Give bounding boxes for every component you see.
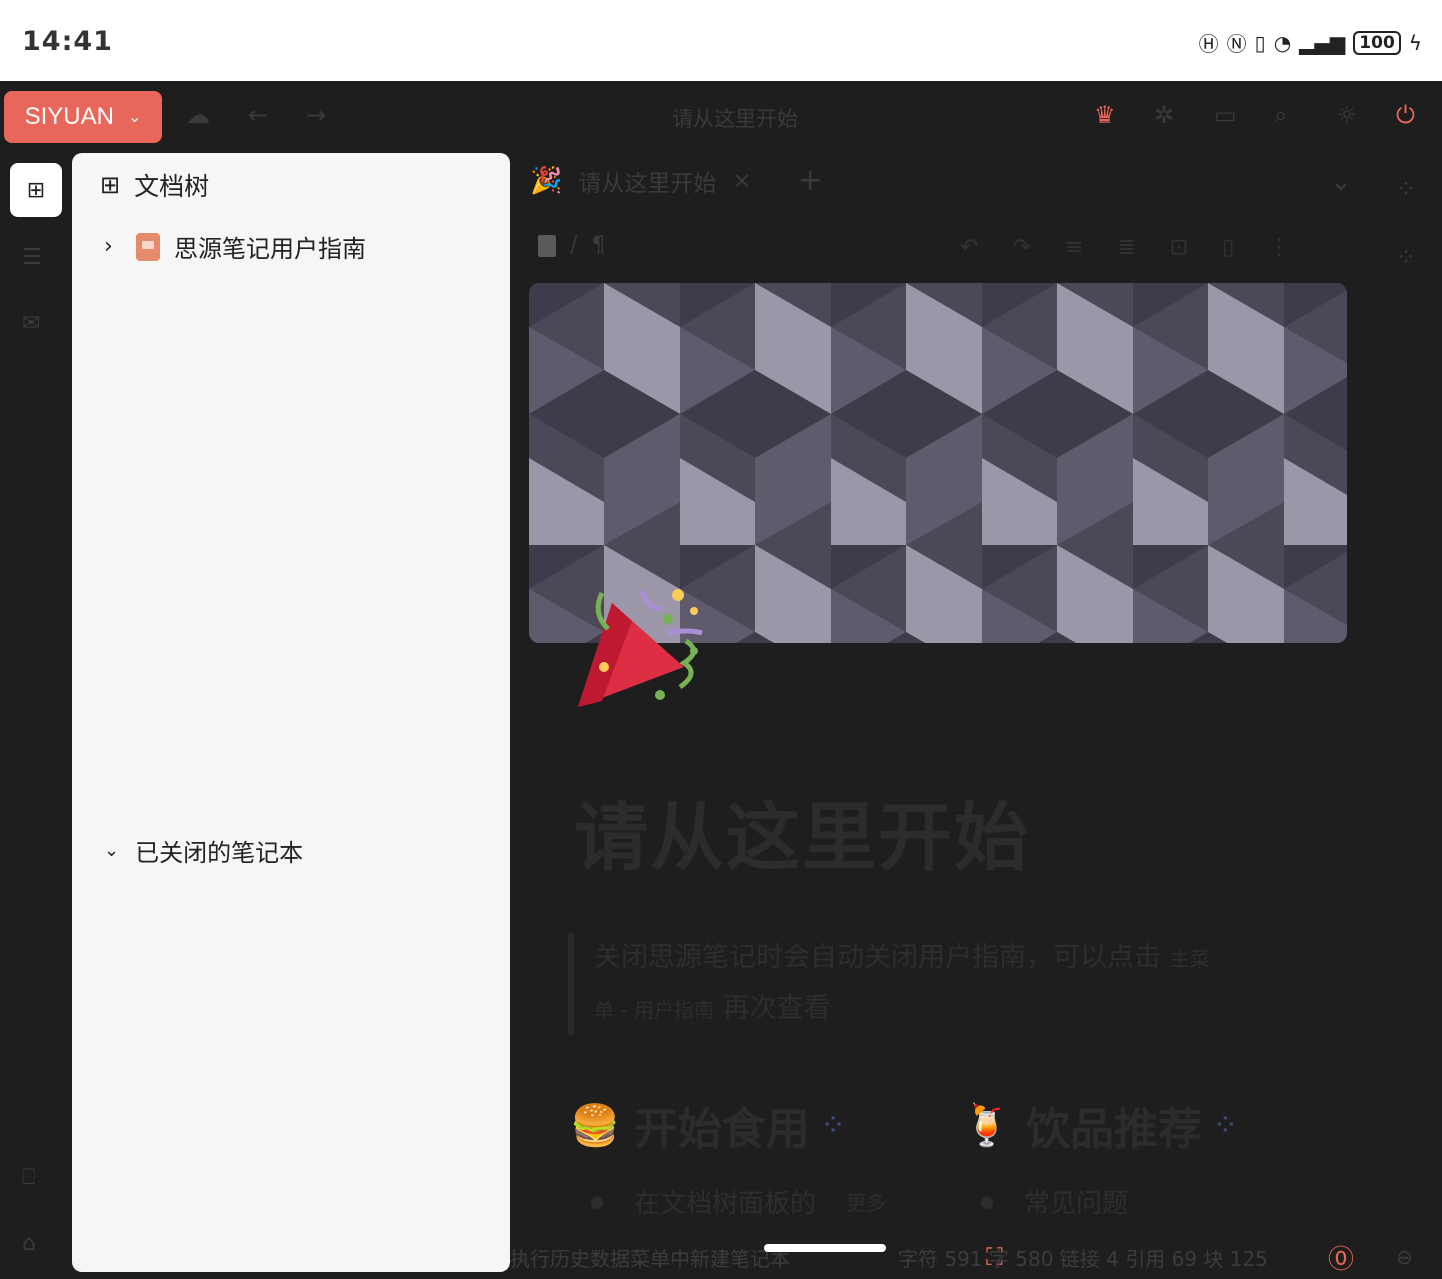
list-item[interactable]: ● 在文档树面板的 更多 xyxy=(590,1183,980,1220)
heading-drinks[interactable]: 🍹 饮品推荐 ⁘ xyxy=(962,1093,1234,1157)
signal-icon: ▂▄▆ xyxy=(1299,30,1346,55)
help-icon[interactable]: ⓪ xyxy=(1328,1239,1354,1276)
new-tab-icon[interactable]: + xyxy=(798,163,823,198)
breadcrumb-separator: / xyxy=(570,233,578,258)
search-icon[interactable]: ⌕ xyxy=(1274,101,1287,129)
editor-toolbar: ↶ ↷ ≡ ≣ ⊡ ▯ ⋮ xyxy=(960,235,1290,260)
party-popper-icon: 🎉 xyxy=(530,165,563,196)
vibrate-icon: ▯ xyxy=(1254,30,1266,55)
bullet-lists: ● 在文档树面板的 更多 ● 常见问题 xyxy=(590,1183,1370,1220)
bullet-icon: ● xyxy=(980,1192,994,1211)
charging-icon: ϟ xyxy=(1408,30,1422,55)
cocktail-icon: 🍹 xyxy=(962,1102,1013,1149)
chevron-down-icon: ⌄ xyxy=(127,109,142,126)
quote-text: 关闭思源笔记时会自动关闭用户指南，可以点击 xyxy=(594,942,1161,973)
document-info-icon[interactable]: ▯ xyxy=(1222,235,1234,260)
left-dock-rail: ⊞ ☰ ✉ ⎕ ⌂ xyxy=(0,153,72,1279)
undo-icon[interactable]: ↶ xyxy=(960,235,978,260)
backlink-icon[interactable]: ⊖ xyxy=(1396,1245,1413,1269)
back-arrow-icon[interactable]: ← xyxy=(248,101,268,129)
quote-text-end: 再次查看 xyxy=(722,993,831,1024)
file-tree-panel: ⊞ 文档树 › 思源笔记用户指南 ⌄ 已关闭的笔记本 xyxy=(72,153,510,1272)
tabs-dropdown-icon[interactable]: ⌄ xyxy=(1330,167,1352,197)
closed-notebooks-label: 已关闭的笔记本 xyxy=(135,839,304,867)
hd-call-icon: Ⓗ xyxy=(1198,32,1219,56)
document-title: 请从这里开始 xyxy=(672,107,798,131)
gesture-nav-bar[interactable] xyxy=(764,1244,886,1252)
panel-title: 文档树 xyxy=(134,172,210,201)
heading-dots-icon: ⁘ xyxy=(823,1112,843,1138)
document-icon[interactable] xyxy=(538,234,556,257)
top-toolbar: SIYUAN ⌄ ☁ ← → 请从这里开始 ♛ ✲ ▭ ⌕ ☼ ⏻ xyxy=(0,81,1442,153)
clock: 14:41 xyxy=(22,26,113,57)
inbox-icon[interactable]: ✉ xyxy=(22,311,40,336)
heading-start-using[interactable]: 🍔 开始食用 ⁘ xyxy=(570,1093,842,1157)
battery-icon: 100 xyxy=(1353,30,1401,55)
close-tab-icon[interactable]: × xyxy=(732,168,751,194)
theme-sun-icon[interactable]: ☼ xyxy=(1336,101,1358,129)
section-headings: 🍔 开始食用 ⁘ 🍹 饮品推荐 ⁘ xyxy=(570,1093,1235,1157)
list-item-link[interactable]: 常见问题 xyxy=(1024,1183,1128,1220)
chevron-down-icon[interactable]: ⌄ xyxy=(104,840,119,861)
document-icon-party-popper[interactable] xyxy=(572,581,712,711)
document-stats: 字符 591 字 580 链接 4 引用 69 块 125 xyxy=(898,1246,1268,1271)
file-tree-icon: ⊞ xyxy=(100,171,121,199)
editor-area: 🎉 请从这里开始 × + ⌄ ⁘ ⁘ / ¶ ↶ ↷ ≡ ≣ ⊡ ▯ ⋮ 请从这… xyxy=(510,153,1442,1279)
forward-arrow-icon[interactable]: → xyxy=(306,101,326,129)
outline-icon[interactable]: ☰ xyxy=(22,245,42,270)
hamburger-icon: 🍔 xyxy=(570,1102,620,1149)
cloud-sync-icon[interactable]: ☁ xyxy=(186,101,210,129)
crown-icon[interactable]: ♛ xyxy=(1094,101,1116,129)
breadcrumb: / ¶ xyxy=(538,233,605,258)
terminal-icon[interactable]: ▭ xyxy=(1214,101,1237,129)
heading-label: 开始食用 xyxy=(633,1104,810,1155)
quote-menu-ref-cont: 单 - 用户指南 xyxy=(594,998,714,1022)
list-item-ref: 更多 xyxy=(845,1191,886,1215)
notebook-label: 思源笔记用户指南 xyxy=(174,235,366,263)
power-icon[interactable]: ⏻ xyxy=(1396,101,1415,129)
bookmark-icon[interactable]: ⎕ xyxy=(22,1165,35,1190)
heading-label: 饮品推荐 xyxy=(1026,1104,1203,1155)
global-graph-icon[interactable]: ⁘ xyxy=(1396,243,1416,271)
system-status-bar: 14:41 Ⓗ Ⓝ ▯ ◔ ▂▄▆ 100 ϟ xyxy=(0,0,1442,81)
notebook-icon xyxy=(136,232,160,261)
graph-icon[interactable]: ⁘ xyxy=(1396,175,1416,203)
nfc-icon: Ⓝ xyxy=(1226,32,1247,56)
tag-icon[interactable]: ⌂ xyxy=(22,1231,36,1256)
outdent-icon[interactable]: ≡ xyxy=(1065,235,1083,260)
bullet-icon: ● xyxy=(590,1192,604,1211)
brand-label: SIYUAN xyxy=(24,103,114,130)
quote-menu-ref: 主菜 xyxy=(1169,947,1210,971)
redo-icon[interactable]: ↷ xyxy=(1012,235,1030,260)
system-icons: Ⓗ Ⓝ ▯ ◔ ▂▄▆ 100 ϟ xyxy=(1199,28,1422,57)
file-tree-icon[interactable]: ⊞ xyxy=(10,163,62,217)
chevron-right-icon[interactable]: › xyxy=(104,234,122,259)
document-heading[interactable]: 请从这里开始 xyxy=(574,778,1030,885)
plugin-icon[interactable]: ✲ xyxy=(1154,101,1174,129)
wifi-icon: ◔ xyxy=(1273,30,1292,55)
main-menu-button[interactable]: SIYUAN ⌄ xyxy=(4,91,162,143)
closed-notebooks-section[interactable]: ⌄ 已关闭的笔记本 xyxy=(104,833,303,868)
more-icon[interactable]: ⋮ xyxy=(1268,235,1290,260)
indent-icon[interactable]: ≣ xyxy=(1117,235,1135,260)
blockquote[interactable]: 关闭思源笔记时会自动关闭用户指南，可以点击 主菜 单 - 用户指南 再次查看 xyxy=(568,933,1308,1035)
tab-label: 请从这里开始 xyxy=(578,170,717,197)
paragraph-icon[interactable]: ¶ xyxy=(591,233,605,258)
lock-icon[interactable]: ⊡ xyxy=(1170,235,1188,260)
list-item[interactable]: ● 常见问题 xyxy=(980,1183,1370,1220)
heading-dots-icon: ⁘ xyxy=(1216,1112,1235,1138)
panel-header: ⊞ 文档树 xyxy=(100,167,209,203)
status-footer: ⛶ 执行历史数据菜单中新建笔记本 字符 591 字 580 链接 4 引用 69… xyxy=(510,1235,1442,1279)
list-item-text: 在文档树面板的 xyxy=(633,1189,816,1219)
tab-start-here[interactable]: 🎉 请从这里开始 × + xyxy=(530,163,823,198)
status-message: 执行历史数据菜单中新建笔记本 xyxy=(510,1246,790,1271)
notebook-item[interactable]: › 思源笔记用户指南 xyxy=(104,229,366,264)
